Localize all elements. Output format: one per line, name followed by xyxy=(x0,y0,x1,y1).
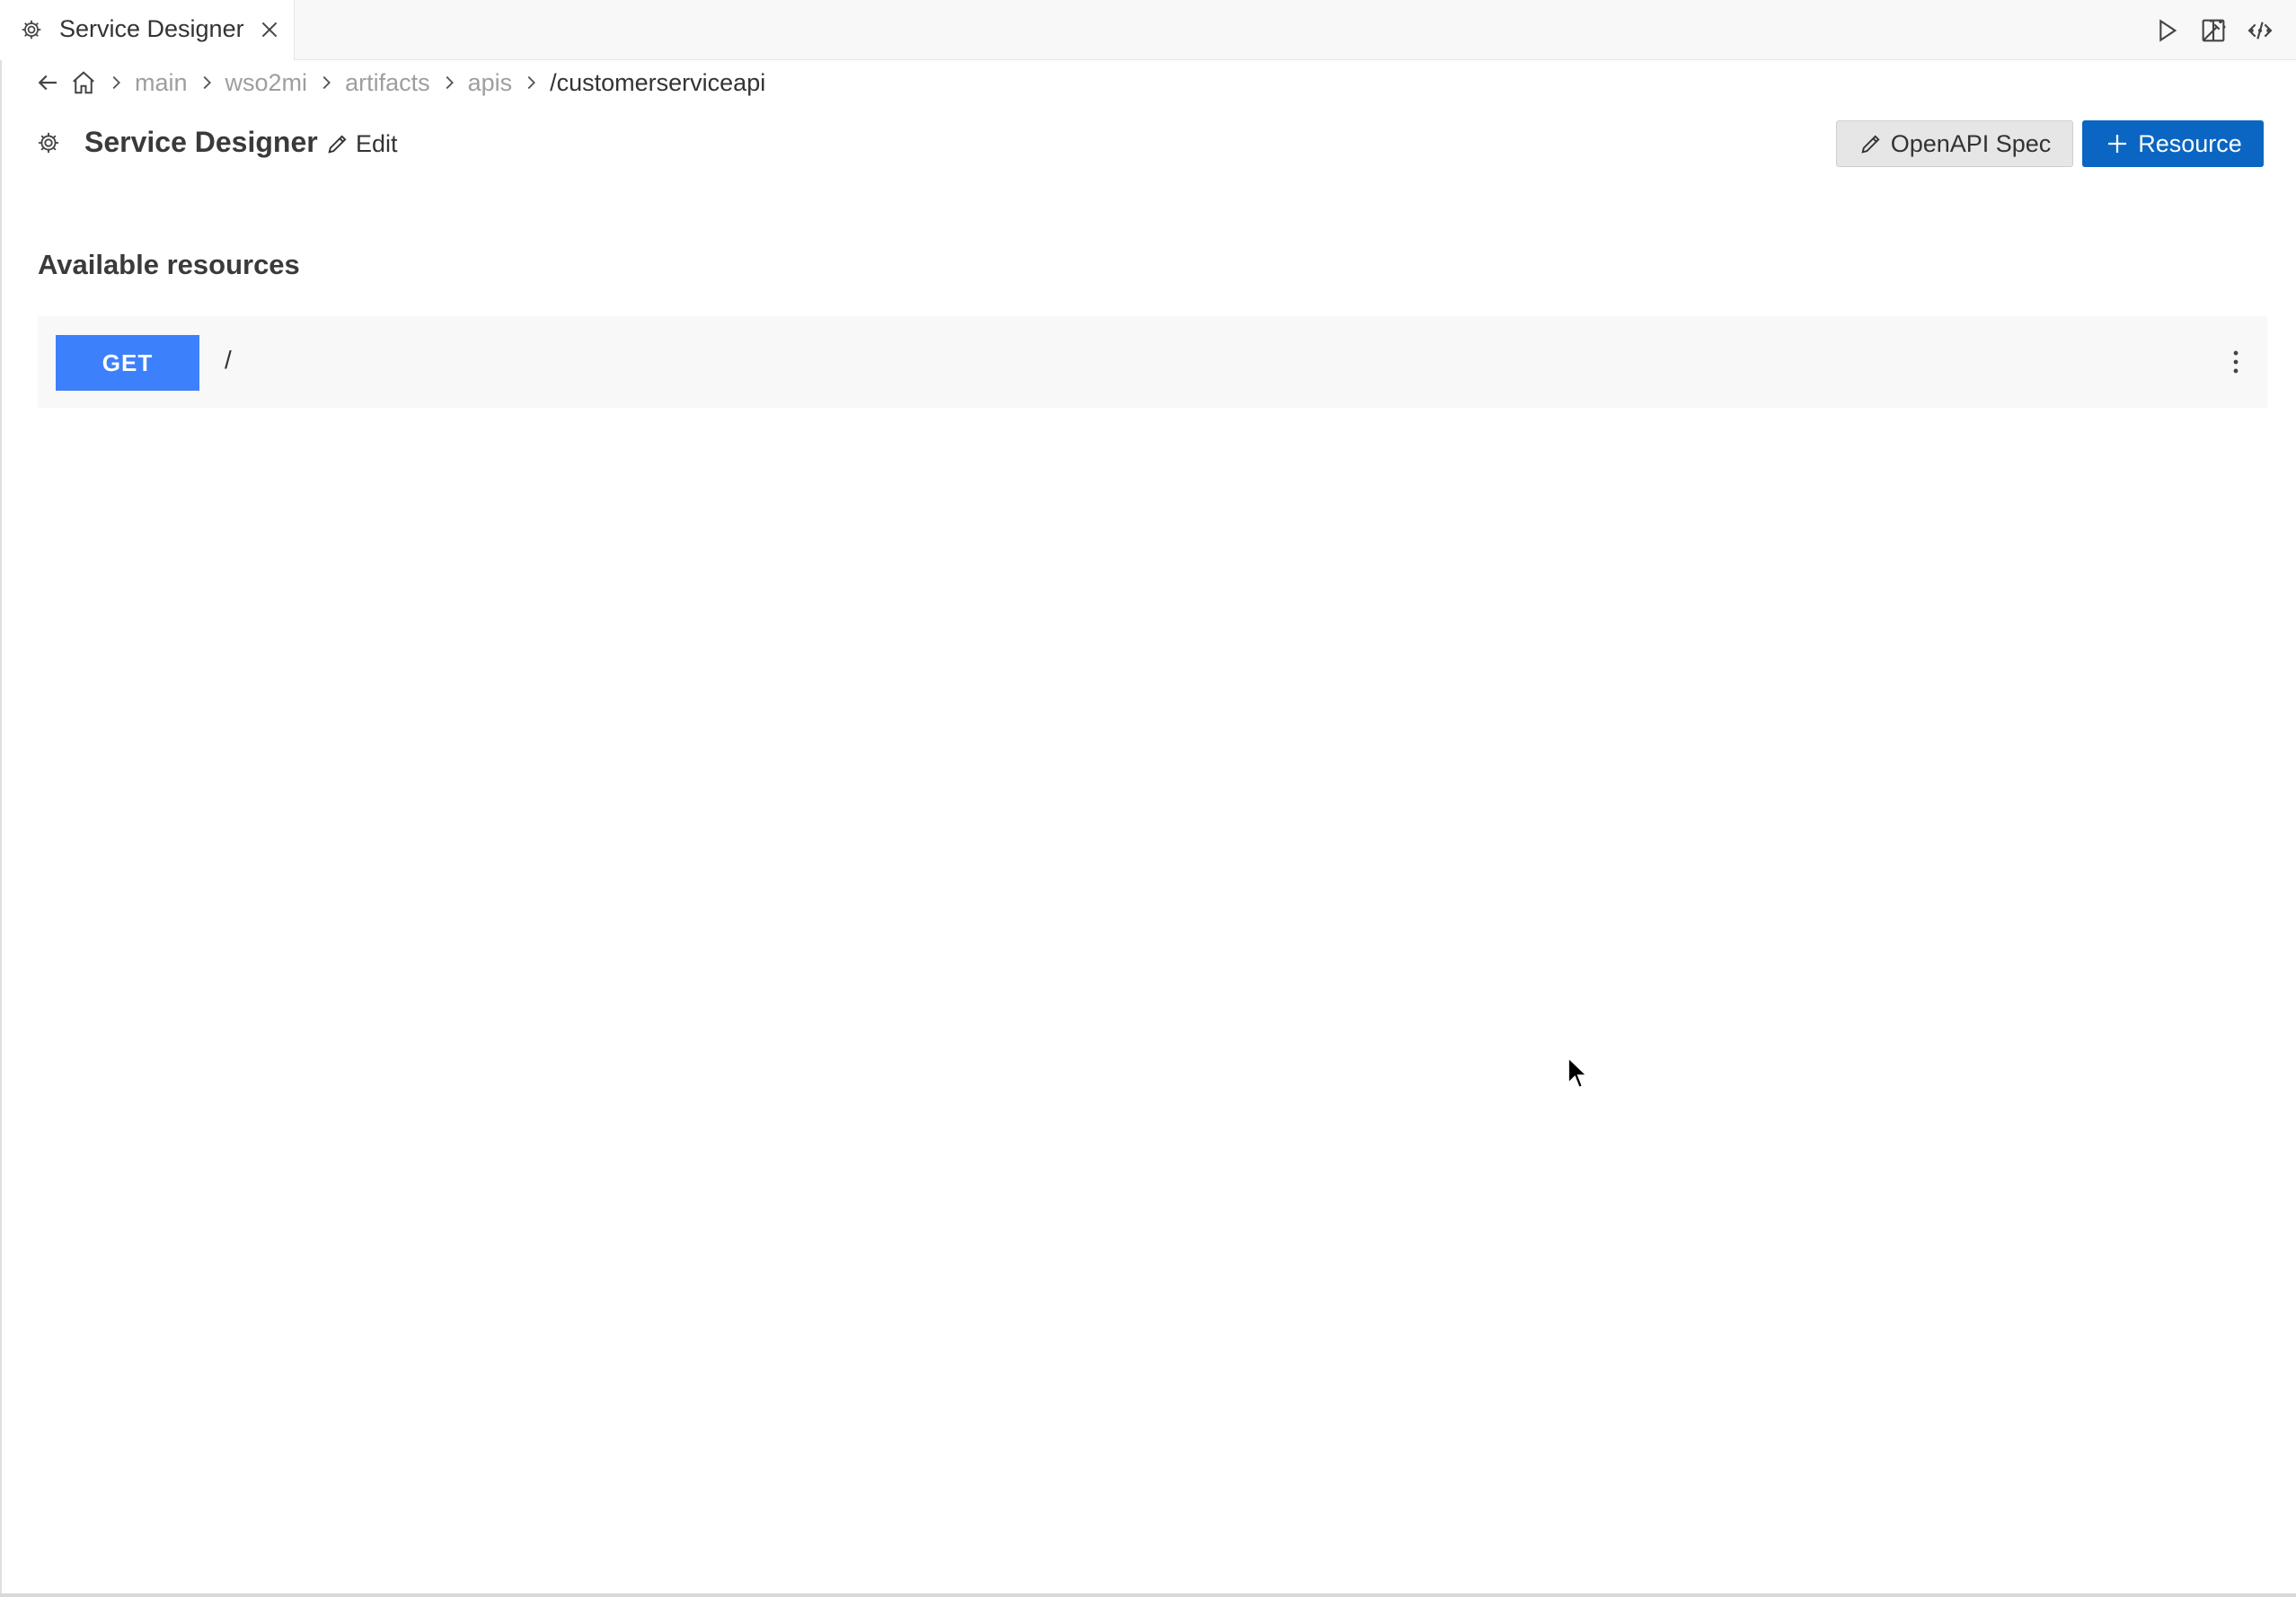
tab-title: Service Designer xyxy=(59,15,244,42)
tab-service-designer[interactable]: Service Designer xyxy=(0,0,295,60)
add-resource-label: Resource xyxy=(2138,129,2242,157)
add-resource-button[interactable]: Resource xyxy=(2082,120,2264,167)
breadcrumb-item-wso2mi[interactable]: wso2mi xyxy=(225,69,308,97)
editor-tab-bar: Service Designer xyxy=(0,0,2296,60)
gear-icon xyxy=(38,132,59,154)
frame-border-left xyxy=(0,60,2,1597)
chevron-right-icon xyxy=(322,75,331,90)
split-editor-icon[interactable] xyxy=(2199,16,2228,45)
chevron-right-icon xyxy=(112,75,120,90)
close-icon[interactable] xyxy=(258,18,281,41)
pencil-icon xyxy=(1861,135,1880,154)
breadcrumb-item-main[interactable]: main xyxy=(135,69,188,97)
back-arrow-icon[interactable] xyxy=(34,69,61,96)
kebab-menu-icon[interactable] xyxy=(2221,347,2251,377)
run-icon[interactable] xyxy=(2152,16,2181,45)
breadcrumb-item-artifacts[interactable]: artifacts xyxy=(345,69,430,97)
section-title-available-resources: Available resources xyxy=(38,249,300,280)
resource-path: / xyxy=(225,346,232,374)
chevron-right-icon xyxy=(203,75,211,90)
pencil-icon xyxy=(328,135,347,154)
more-actions-icon[interactable] xyxy=(2246,16,2274,45)
resource-list: GET / xyxy=(38,316,2267,575)
plus-icon xyxy=(2108,135,2127,153)
chevron-right-icon xyxy=(527,75,536,90)
home-icon[interactable] xyxy=(70,69,97,96)
openapi-spec-button[interactable]: OpenAPI Spec xyxy=(1836,120,2073,167)
breadcrumb-item-apis[interactable]: apis xyxy=(468,69,513,97)
gear-icon xyxy=(22,20,41,40)
mouse-cursor-icon xyxy=(1567,1056,1589,1090)
resource-row[interactable]: GET / xyxy=(38,316,2267,408)
edit-button[interactable]: Edit xyxy=(325,126,398,162)
chevron-right-icon xyxy=(446,75,454,90)
frame-border-bottom xyxy=(0,1593,2296,1597)
page-title: Service Designer xyxy=(84,126,318,158)
method-badge-get[interactable]: GET xyxy=(56,335,199,391)
breadcrumb-item-current: /customerserviceapi xyxy=(550,68,766,96)
edit-label: Edit xyxy=(356,129,398,157)
breadcrumb: main wso2mi artifacts apis /customerserv… xyxy=(34,65,765,101)
openapi-spec-label: OpenAPI Spec xyxy=(1890,129,2052,157)
